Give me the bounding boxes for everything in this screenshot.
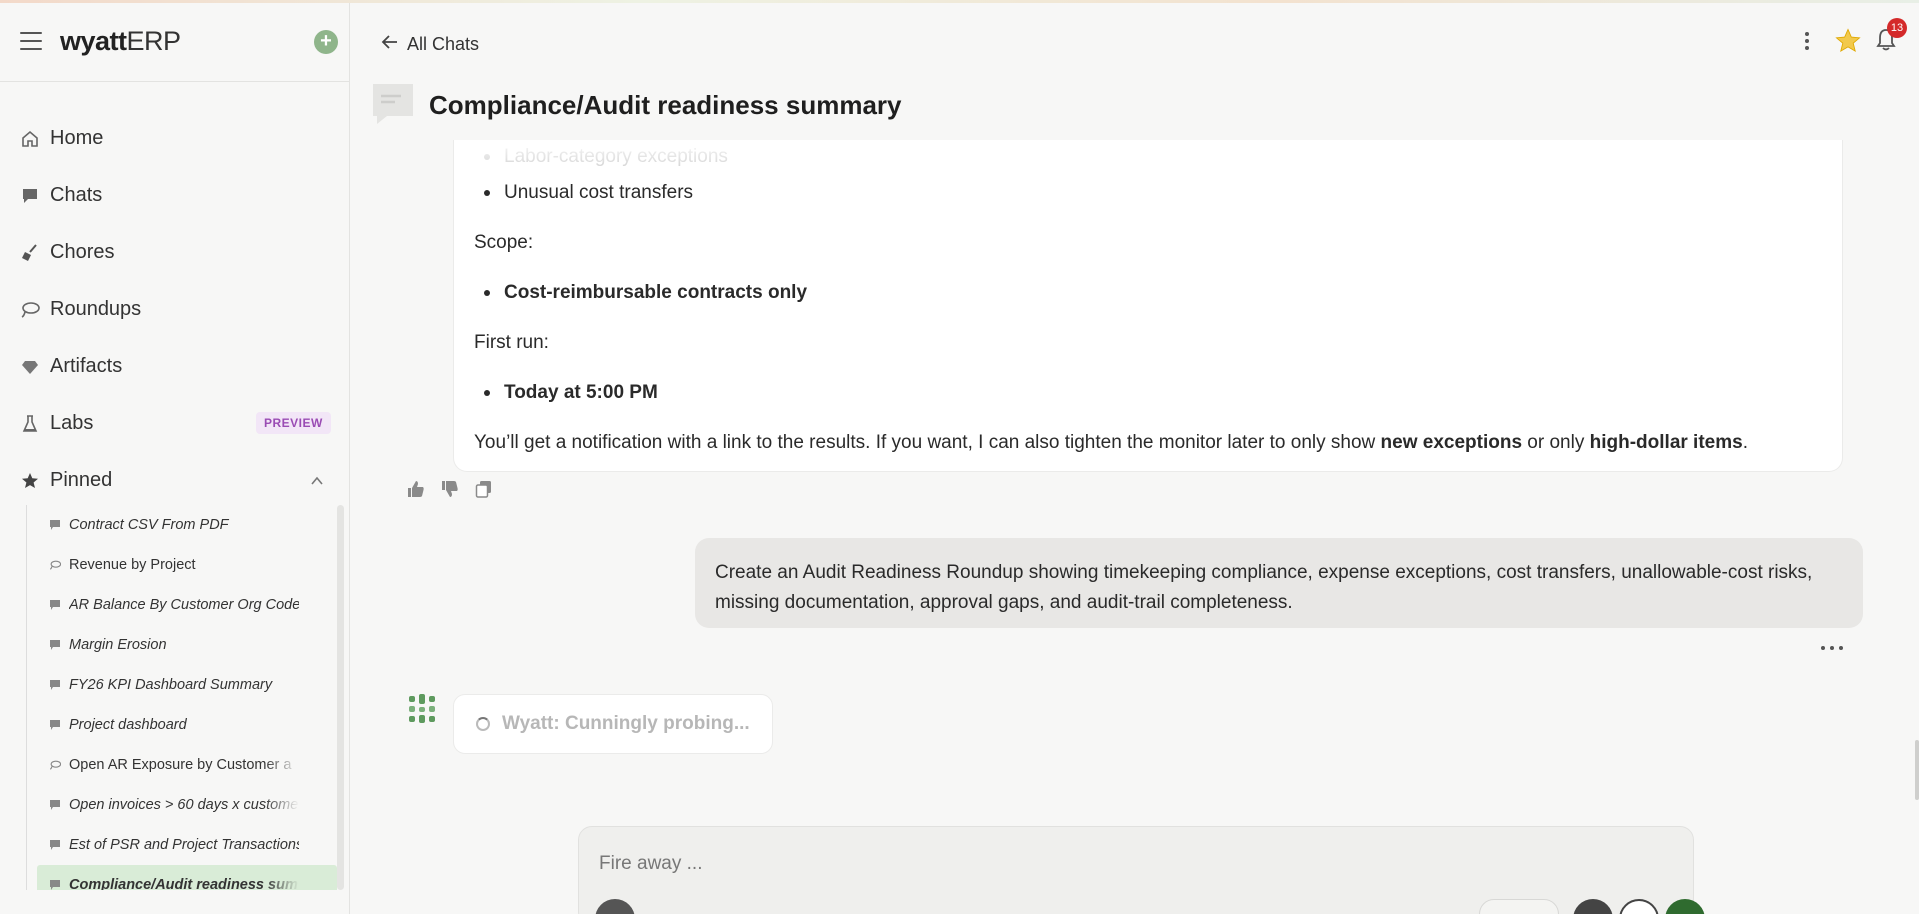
thinking-indicator: Wyatt: Cunningly probing... bbox=[453, 694, 773, 754]
lasso-icon bbox=[49, 559, 61, 571]
sidebar-item-label: Artifacts bbox=[50, 355, 123, 377]
chevron-up-icon[interactable] bbox=[310, 474, 324, 488]
pinned-item[interactable]: Project dashboard bbox=[27, 705, 338, 745]
chat-icon bbox=[49, 879, 61, 890]
scope-label: Scope: bbox=[474, 232, 534, 253]
chat-icon bbox=[49, 639, 61, 651]
brand-logo: wyattERP bbox=[60, 26, 181, 56]
loading-spinner-icon bbox=[476, 717, 490, 731]
chat-icon bbox=[20, 186, 40, 206]
context-usage-pill[interactable] bbox=[1479, 899, 1559, 914]
list-item: Labor-category exceptions bbox=[484, 146, 728, 168]
closing-paragraph: You’ll get a notification with a link to… bbox=[474, 432, 1748, 453]
copy-icon[interactable] bbox=[475, 480, 493, 498]
assistant-message-card: Labor-category exceptions Unusual cost t… bbox=[453, 140, 1843, 472]
sidebar-item-label: Pinned bbox=[50, 469, 113, 491]
user-message-bubble: Create an Audit Readiness Roundup showin… bbox=[695, 538, 1863, 628]
sidebar-nav: Home Chats Chores Roundups Artifacts Lab… bbox=[0, 110, 349, 509]
sidebar-item-pinned[interactable]: Pinned bbox=[0, 452, 349, 509]
arrow-left-icon bbox=[381, 34, 399, 55]
sidebar-item-chores[interactable]: Chores bbox=[0, 224, 349, 281]
notifications-bell-icon[interactable]: 13 bbox=[1875, 18, 1907, 54]
brand-bar: wyattERP + bbox=[0, 0, 349, 82]
pinned-item[interactable]: Revenue by Project bbox=[27, 545, 338, 585]
favorite-star-icon[interactable] bbox=[1835, 28, 1861, 54]
pinned-item[interactable]: Open invoices > 60 days x custome bbox=[27, 785, 338, 825]
pinned-item-active[interactable]: Compliance/Audit readiness sum bbox=[37, 865, 337, 890]
pinned-scrollbar[interactable] bbox=[337, 505, 344, 890]
broom-icon bbox=[20, 243, 40, 263]
wyatt-avatar-icon bbox=[407, 694, 437, 724]
lasso-icon bbox=[20, 300, 40, 320]
sidebar-item-label: Labs bbox=[50, 412, 94, 434]
notification-count-badge: 13 bbox=[1887, 18, 1907, 38]
star-icon bbox=[20, 471, 40, 491]
top-accent-line bbox=[0, 0, 1919, 3]
sidebar-item-label: Chats bbox=[50, 184, 103, 206]
thumbs-down-icon[interactable] bbox=[441, 480, 459, 498]
list-item: Today at 5:00 PM bbox=[484, 382, 658, 404]
back-to-all-chats-link[interactable]: All Chats bbox=[381, 34, 479, 55]
chat-icon bbox=[49, 599, 61, 611]
pinned-item[interactable]: Margin Erosion bbox=[27, 625, 338, 665]
chat-icon bbox=[49, 839, 61, 851]
sidebar-item-label: Roundups bbox=[50, 298, 142, 320]
sidebar-item-roundups[interactable]: Roundups bbox=[0, 281, 349, 338]
sidebar-item-chats[interactable]: Chats bbox=[0, 167, 349, 224]
list-item: Cost-reimbursable contracts only bbox=[484, 282, 807, 304]
message-composer bbox=[578, 826, 1705, 914]
pinned-list: Contract CSV From PDF Revenue by Project… bbox=[26, 505, 338, 890]
thumbs-up-icon[interactable] bbox=[407, 480, 425, 498]
chat-icon bbox=[49, 719, 61, 731]
main-scrollbar[interactable] bbox=[1915, 740, 1919, 800]
pinned-item[interactable]: Est of PSR and Project Transactions bbox=[27, 825, 338, 865]
sidebar-item-home[interactable]: Home bbox=[0, 110, 349, 167]
sidebar-item-labs[interactable]: Labs PREVIEW bbox=[0, 395, 349, 452]
gem-icon bbox=[20, 357, 40, 377]
sidebar-item-label: Home bbox=[50, 127, 104, 149]
sidebar-item-label: Chores bbox=[50, 241, 115, 263]
pinned-item[interactable]: FY26 KPI Dashboard Summary bbox=[27, 665, 338, 705]
main-panel: All Chats 13 Compliance/Audit readiness … bbox=[351, 0, 1919, 914]
sidebar-item-artifacts[interactable]: Artifacts bbox=[0, 338, 349, 395]
send-button[interactable] bbox=[1665, 899, 1705, 914]
pinned-item[interactable]: AR Balance By Customer Org Code bbox=[27, 585, 338, 625]
list-item: Unusual cost transfers bbox=[484, 182, 693, 204]
message-feedback-bar bbox=[407, 480, 509, 498]
lasso-icon bbox=[49, 759, 61, 771]
header-tools: 13 bbox=[1797, 18, 1907, 54]
chat-icon bbox=[49, 679, 61, 691]
attach-file-icon[interactable] bbox=[595, 899, 635, 914]
chat-icon bbox=[49, 799, 61, 811]
sidebar: wyattERP + Home Chats Chores Roundups Ar… bbox=[0, 0, 350, 914]
hamburger-menu-icon[interactable] bbox=[20, 32, 42, 50]
chat-icon bbox=[49, 519, 61, 531]
add-button[interactable] bbox=[1573, 899, 1613, 914]
more-options-icon[interactable] bbox=[1797, 29, 1817, 53]
page-title: Compliance/Audit readiness summary bbox=[429, 90, 902, 120]
first-run-label: First run: bbox=[474, 332, 549, 353]
home-icon bbox=[20, 129, 40, 149]
microphone-icon[interactable] bbox=[1619, 899, 1659, 914]
message-more-options-icon[interactable] bbox=[1821, 640, 1843, 656]
pinned-item[interactable]: Contract CSV From PDF bbox=[27, 505, 338, 545]
flask-icon bbox=[20, 414, 40, 434]
preview-badge: PREVIEW bbox=[256, 412, 331, 434]
chat-bubble-icon bbox=[371, 82, 415, 126]
new-chat-button[interactable]: + bbox=[314, 30, 338, 54]
message-input[interactable] bbox=[599, 849, 1599, 879]
pinned-item[interactable]: Open AR Exposure by Customer a bbox=[27, 745, 338, 785]
